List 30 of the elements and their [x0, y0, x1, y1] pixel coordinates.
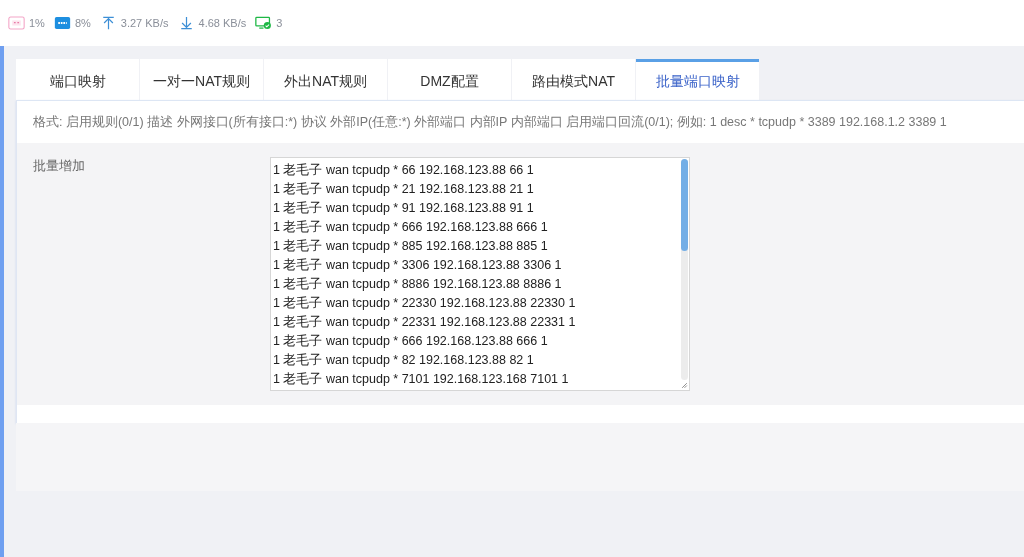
- text-line: 1 老毛子 wan tcpudp * 666 192.168.123.88 666 1: [273, 333, 548, 350]
- status-value: 3: [276, 17, 283, 29]
- tab[interactable]: 一对一NAT规则: [140, 59, 263, 100]
- text-line: 1 老毛子 wan tcpudp * 666 192.168.123.88 666 1: [273, 219, 548, 236]
- text-line: 1 老毛子 wan tcpudp * 7101 192.168.123.168 7101 1: [273, 371, 569, 388]
- scrollbar-thumb[interactable]: [681, 159, 688, 251]
- ram-icon: [53, 16, 71, 30]
- text-line: 1 老毛子 wan tcpudp * 66 192.168.123.88 66 1: [273, 162, 534, 179]
- text-line: 1 老毛子 wan tcpudp * 21 192.168.123.88 21 1: [273, 181, 534, 198]
- status-value: 4.68 KB/s: [198, 17, 247, 29]
- text-line: 1 老毛子 wan tcpudp * 22330 192.168.123.88 22330 1: [273, 295, 576, 312]
- field-label: 批量增加: [33, 157, 86, 175]
- tab[interactable]: 批量端口映射: [636, 59, 759, 100]
- status-value: 1%: [29, 17, 45, 29]
- text-line: 1 老毛子 wan tcpudp * 91 192.168.123.88 91 1: [273, 200, 534, 217]
- status-value: 3.27 KB/s: [120, 17, 169, 29]
- tab[interactable]: 路由模式NAT: [512, 59, 635, 100]
- cpu-icon: [8, 16, 25, 30]
- text-line: 1 老毛子 wan tcpudp * 3306 192.168.123.88 3306 1: [273, 257, 562, 274]
- textarea-field[interactable]: [270, 157, 690, 391]
- text-line: 1 老毛子 wan tcpudp * 8886 192.168.123.88 8886 1: [273, 276, 562, 293]
- text-line: 1 老毛子 wan tcpudp * 82 192.168.123.88 82 1: [273, 352, 534, 369]
- resize-grip-icon[interactable]: [681, 382, 688, 389]
- tab[interactable]: 外出NAT规则: [264, 59, 387, 100]
- tab[interactable]: DMZ配置: [388, 59, 511, 100]
- text-line: 1 老毛子 wan tcpudp * 885 192.168.123.88 885 1: [273, 238, 548, 255]
- status-value: 8%: [74, 17, 91, 29]
- text-line: 1 老毛子 wan tcpudp * 22331 192.168.123.88 22331 1: [273, 314, 576, 331]
- monitor-check-icon: [255, 16, 273, 30]
- tab[interactable]: 端口映射: [16, 59, 139, 100]
